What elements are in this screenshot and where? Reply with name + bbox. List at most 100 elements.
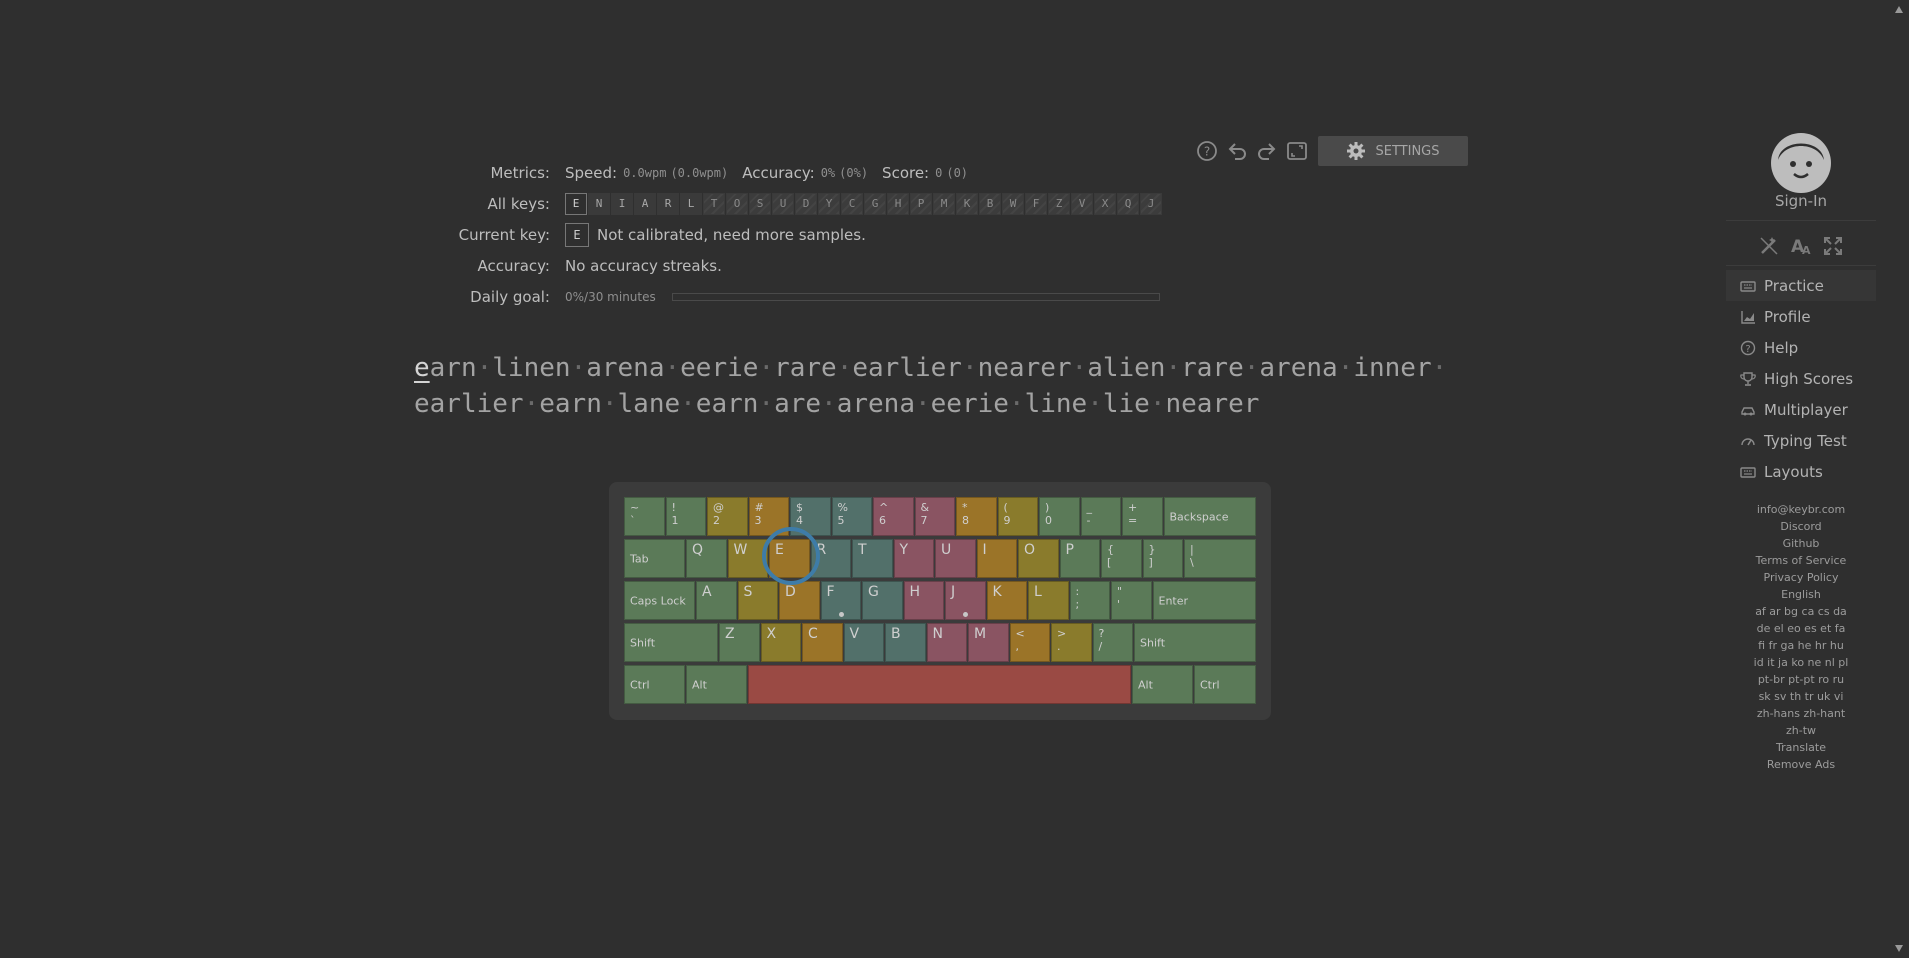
- nav-item-layouts[interactable]: Layouts: [1726, 456, 1876, 487]
- footer-link[interactable]: de el eo es et fa: [1726, 620, 1876, 637]
- current-key-label: Current key:: [458, 225, 550, 244]
- chart-icon: [1740, 309, 1756, 325]
- footer-link[interactable]: zh-hans zh-hant: [1726, 705, 1876, 722]
- key-m: M: [933, 192, 955, 215]
- scroll-down-arrow-icon[interactable]: [1895, 945, 1903, 952]
- accuracy-streak-label: Accuracy:: [477, 256, 550, 275]
- sign-in-link[interactable]: Sign-In: [1726, 192, 1876, 210]
- help-icon: ?: [1740, 340, 1756, 356]
- lesson-word: earlier: [414, 389, 524, 419]
- score-value: 0: [935, 165, 943, 180]
- gear-icon: [1347, 142, 1366, 160]
- key-sym4-0: <,: [1009, 623, 1050, 662]
- lesson-word: eerie: [930, 389, 1009, 419]
- fullscreen-icon[interactable]: [1286, 140, 1308, 162]
- key-tab: Tab: [624, 539, 685, 578]
- footer-link[interactable]: Discord: [1726, 518, 1876, 535]
- key-i: I: [976, 539, 1017, 578]
- key-n: N: [926, 623, 967, 662]
- key-t: T: [703, 192, 725, 215]
- key-e: E: [565, 192, 587, 215]
- lesson-word: rare: [774, 353, 837, 383]
- scroll-up-arrow-icon[interactable]: [1895, 6, 1903, 13]
- footer-link[interactable]: Remove Ads: [1726, 756, 1876, 773]
- nav-item-practice[interactable]: Practice: [1726, 270, 1876, 301]
- lesson-word: earn: [695, 389, 759, 419]
- svg-text:?: ?: [1204, 145, 1210, 159]
- all-keys-row: All keys: ENIARLTOSUDYCGHPMKBWFZVXQJ: [430, 188, 1163, 219]
- nav-item-label: Layouts: [1764, 462, 1823, 481]
- lesson-word: arn: [429, 353, 477, 383]
- accuracy-streak-row: Accuracy: No accuracy streaks.: [430, 250, 1163, 281]
- key-enter: Enter: [1152, 581, 1256, 620]
- footer-link[interactable]: Translate: [1726, 739, 1876, 756]
- footer-link[interactable]: zh-tw: [1726, 722, 1876, 739]
- nav-item-help[interactable]: ? Help: [1726, 332, 1876, 363]
- nav-item-typing-test[interactable]: Typing Test: [1726, 425, 1876, 456]
- expand-icon[interactable]: [1822, 235, 1844, 257]
- key-l: L: [1028, 581, 1069, 620]
- key-n: N: [588, 192, 610, 215]
- key-s: S: [749, 192, 771, 215]
- space-marker: ·: [821, 389, 837, 419]
- footer-link[interactable]: English: [1726, 586, 1876, 603]
- key-g: G: [862, 581, 903, 620]
- text-cursor-char: e: [414, 353, 430, 383]
- key-c: C: [802, 623, 843, 662]
- key-u: U: [772, 192, 794, 215]
- undo-icon[interactable]: [1226, 140, 1248, 162]
- key-j: J: [945, 581, 986, 620]
- key-x: X: [1094, 192, 1116, 215]
- key-p: P: [910, 192, 932, 215]
- key-ctrl-right: Ctrl: [1194, 665, 1256, 704]
- footer-link[interactable]: af ar bg ca cs da: [1726, 603, 1876, 620]
- display-options: AA: [1726, 235, 1876, 257]
- lesson-text[interactable]: earn·linen·arena·eerie·rare·earlier·near…: [414, 350, 1447, 422]
- avatar-icon[interactable]: [1770, 132, 1832, 194]
- key-backspace: Backspace: [1163, 497, 1256, 536]
- footer-link[interactable]: Terms of Service: [1726, 552, 1876, 569]
- lesson-word: lie: [1102, 389, 1150, 419]
- key-z: Z: [719, 623, 760, 662]
- magic-wand-icon[interactable]: [1758, 235, 1780, 257]
- metrics-panel: Metrics: Speed: 0.0wpm (0.0wpm) Accuracy…: [430, 157, 1163, 312]
- space-marker: ·: [1431, 353, 1448, 383]
- metrics-label: Metrics:: [490, 163, 550, 182]
- key-b: B: [885, 623, 926, 662]
- key-a: A: [634, 192, 656, 215]
- key-num-1: ! 1: [665, 497, 706, 536]
- key-j: J: [1140, 192, 1162, 215]
- redo-icon[interactable]: [1256, 140, 1278, 162]
- key-alt-left: Alt: [686, 665, 747, 704]
- key-z: Z: [1048, 192, 1070, 215]
- footer-link[interactable]: Privacy Policy: [1726, 569, 1876, 586]
- footer-link[interactable]: id it ja ko ne nl pl: [1726, 654, 1876, 671]
- key-y: Y: [893, 539, 934, 578]
- footer-link[interactable]: Github: [1726, 535, 1876, 552]
- key-l: L: [680, 192, 702, 215]
- footer-link[interactable]: fi fr ga he hr hu: [1726, 637, 1876, 654]
- key-sym3-1: " ': [1111, 581, 1152, 620]
- key-k: K: [986, 581, 1027, 620]
- main-nav: Practice Profile? Help High Scores Multiplay…: [1726, 270, 1876, 487]
- key-f: F: [1025, 192, 1047, 215]
- accuracy-streak-value: No accuracy streaks.: [565, 256, 722, 275]
- nav-item-label: Typing Test: [1764, 431, 1847, 450]
- settings-button[interactable]: SETTINGS: [1318, 136, 1468, 166]
- font-size-icon[interactable]: AA: [1790, 235, 1812, 257]
- car-icon: [1740, 402, 1756, 418]
- key-num-5: % 5: [831, 497, 872, 536]
- key-m: M: [968, 623, 1009, 662]
- footer-link[interactable]: info@keybr.com: [1726, 501, 1876, 518]
- nav-item-profile[interactable]: Profile: [1726, 301, 1876, 332]
- help-circle-icon[interactable]: ?: [1196, 140, 1218, 162]
- nav-item-multiplayer[interactable]: Multiplayer: [1726, 394, 1876, 425]
- footer-link[interactable]: sk sv th tr uk vi: [1726, 688, 1876, 705]
- key-d: D: [779, 581, 820, 620]
- space-marker: ·: [1165, 353, 1182, 383]
- lesson-word: arena: [586, 353, 665, 383]
- nav-item-high-scores[interactable]: High Scores: [1726, 363, 1876, 394]
- key-f: F: [820, 581, 861, 620]
- footer-link[interactable]: pt-br pt-pt ro ru: [1726, 671, 1876, 688]
- speed-label: Speed:: [565, 163, 618, 182]
